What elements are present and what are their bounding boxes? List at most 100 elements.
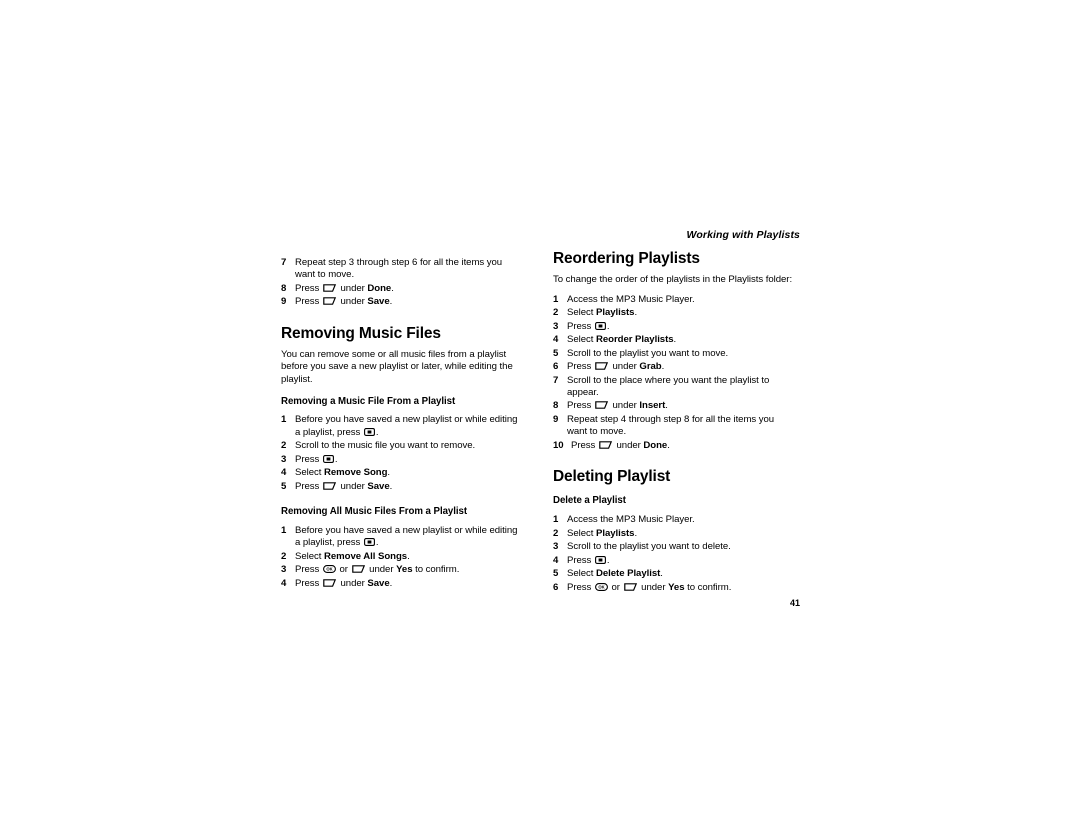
softkey-icon (595, 401, 609, 410)
step-item: 8 Press under Done. (281, 282, 394, 294)
step-number: 9 (281, 296, 287, 308)
softkey-icon (599, 440, 613, 449)
left-column: 7 Repeat step 3 through step 6 for all th… (281, 250, 521, 591)
step-item: 5 Press under Save. (281, 480, 393, 492)
emphasis-text: Insert (639, 400, 666, 412)
step-number: 10 (553, 439, 564, 451)
step-number: 7 (553, 374, 559, 386)
step-number: 6 (553, 581, 559, 593)
ok-key-icon: OK (594, 582, 608, 591)
step-number: 1 (553, 514, 559, 526)
step-number: 1 (281, 414, 287, 426)
section-heading-removing-music-files: Removing Music Files (281, 324, 441, 342)
step-item: 9 Repeat step 4 through step 8 for all th… (553, 413, 775, 438)
emphasis-text: Done (367, 282, 392, 294)
step-item: 3 Press . (281, 453, 338, 465)
step-item: 3 Press OK or under Yes to confirm. (281, 564, 460, 575)
step-item: 2 Select Remove All Songs. (281, 550, 410, 562)
right-section-group: Reordering Playlists To change the order … (553, 250, 793, 594)
emphasis-text: Save (367, 577, 390, 589)
step-number: 1 (553, 293, 559, 305)
menu-key-icon (363, 538, 375, 546)
menu-key-icon (363, 427, 375, 436)
step-item: 5 Scroll to the playlist you want to move… (553, 347, 729, 359)
emphasis-text: Playlists (595, 307, 635, 319)
step-item: 3 Scroll to the playlist you want to dele… (553, 541, 731, 553)
subsection-heading: Delete a Playlist (553, 495, 626, 507)
emphasis-text: Save (367, 480, 390, 492)
svg-text:OK: OK (598, 584, 604, 589)
step-number: 3 (281, 564, 287, 575)
step-number: 8 (553, 400, 559, 412)
page-number: 41 (789, 598, 800, 608)
step-item: 1 Access the MP3 Music Player. (553, 293, 695, 305)
running-header: Working with Playlists (686, 229, 800, 241)
step-item: 9 Press under Save. (281, 296, 393, 308)
section-intro-paragraph: You can remove some or all music files f… (281, 348, 513, 385)
step-item: 1 Before you have saved a new playlist or… (281, 524, 518, 548)
svg-text:OK: OK (326, 567, 332, 572)
softkey-icon (595, 362, 609, 370)
step-item: 6 Press OK or under Yes to confirm. (553, 581, 732, 593)
step-item: 10 Press under Done. (553, 439, 670, 451)
emphasis-text: Playlists (595, 527, 635, 539)
subsection-step-list: 1 Before you have saved a new playlist or… (281, 414, 521, 493)
softkey-icon (323, 297, 337, 306)
emphasis-text: Grab (639, 361, 662, 373)
step-item: 5 Select Delete Playlist. (553, 568, 663, 580)
step-number: 2 (281, 550, 287, 562)
emphasis-text: Yes (668, 581, 685, 593)
emphasis-text: Delete Playlist (595, 568, 661, 580)
step-item: 1 Before you have saved a new playlist or… (281, 414, 518, 438)
emphasis-text: Done (643, 439, 668, 451)
step-number: 4 (281, 577, 287, 589)
section-step-list: 1 Access the MP3 Music Player. 2 Select Pla… (553, 294, 793, 452)
step-number: 1 (281, 524, 287, 536)
step-number: 9 (553, 413, 559, 425)
menu-key-icon (594, 321, 606, 330)
subsection-heading: Removing a Music File From a Playlist (281, 395, 456, 407)
step-item: 4 Press under Save. (281, 577, 393, 589)
step-number: 5 (553, 347, 559, 359)
step-number: 2 (281, 440, 287, 452)
step-number: 8 (281, 282, 287, 294)
subsection-heading: Removing All Music Files From a Playlist (281, 506, 468, 518)
step-number: 5 (281, 480, 287, 492)
emphasis-text: Remove Song (323, 467, 388, 479)
emphasis-text: Yes (396, 564, 413, 575)
emphasis-text: Save (367, 296, 390, 308)
section-heading: Reordering Playlists (553, 250, 700, 267)
subsection-step-list: 1 Access the MP3 Music Player. 2 Select Pla… (553, 514, 793, 594)
step-item: 2 Select Playlists. (553, 527, 638, 539)
step-item: 4 Press . (553, 554, 610, 566)
step-item: 7 Scroll to the place where you want the … (553, 374, 770, 398)
step-item: 6 Press under Grab. (553, 361, 665, 373)
step-number: 3 (553, 320, 559, 332)
softkey-icon (323, 481, 337, 490)
step-item: 3 Press . (553, 320, 610, 332)
left-subsection-group: Removing a Music File From a Playlist 1 Be… (281, 396, 521, 590)
step-item: 2 Select Playlists. (553, 307, 638, 319)
step-number: 7 (281, 257, 287, 268)
step-item: 7 Repeat step 3 through step 6 for all th… (281, 257, 503, 281)
subsection-step-list: 1 Before you have saved a new playlist or… (281, 525, 521, 590)
menu-key-icon (322, 454, 334, 463)
step-number: 4 (553, 334, 559, 346)
section-intro-paragraph: To change the order of the playlists in … (553, 274, 793, 286)
emphasis-text: Remove All Songs (323, 550, 408, 562)
step-number: 6 (553, 361, 559, 373)
step-number: 2 (553, 527, 559, 539)
step-item: 2 Scroll to the music file you want to re… (281, 440, 476, 452)
continued-step-list: 7 Repeat step 3 through step 6 for all th… (281, 257, 521, 309)
step-number: 3 (281, 453, 287, 465)
softkey-icon (323, 578, 337, 587)
step-number: 3 (553, 541, 559, 553)
step-number: 2 (553, 307, 559, 319)
step-item: 4 Select Remove Song. (281, 467, 391, 479)
right-column: Reordering Playlists To change the order … (553, 250, 793, 595)
step-number: 4 (281, 467, 287, 479)
step-number: 4 (553, 554, 559, 566)
section-heading: Deleting Playlist (553, 468, 671, 486)
step-item: 8 Press under Insert. (553, 400, 668, 412)
step-item: 1 Access the MP3 Music Player. (553, 514, 695, 526)
